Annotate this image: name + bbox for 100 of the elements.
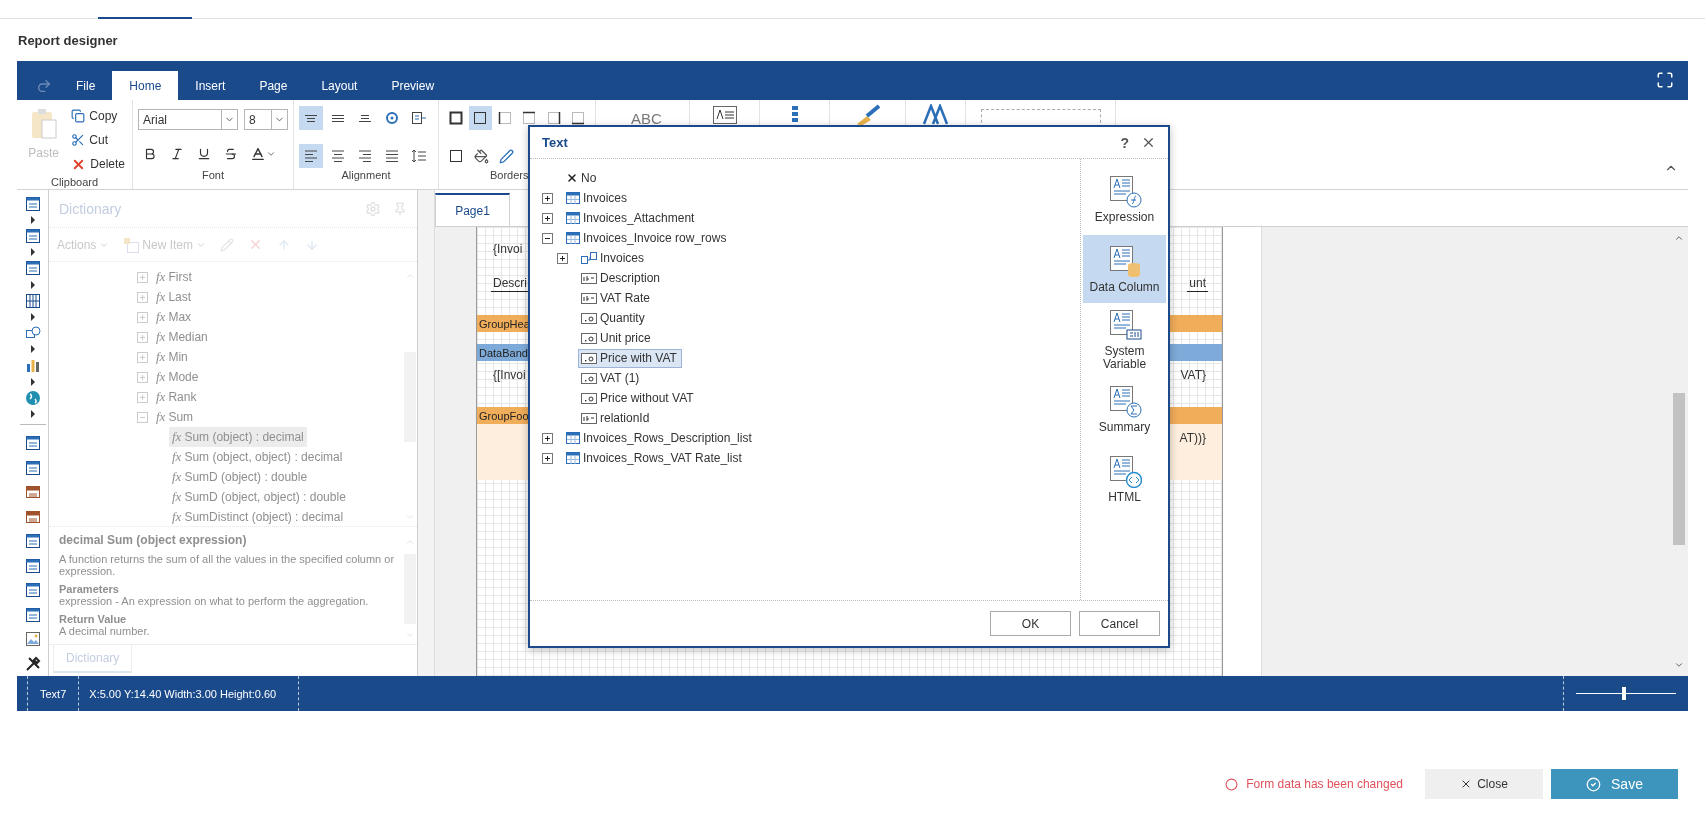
new-item-icon bbox=[123, 236, 140, 253]
collapse-icon[interactable] bbox=[542, 232, 553, 244]
tree-item[interactable]: Price with VAT bbox=[578, 348, 682, 368]
tree-item[interactable]: Invoices_Rows_Description_list bbox=[563, 428, 757, 448]
tree-item[interactable]: Price without VAT bbox=[578, 388, 699, 408]
table-window-icon bbox=[24, 228, 41, 245]
scroll-thumb[interactable] bbox=[1673, 393, 1685, 545]
expand-icon[interactable] bbox=[557, 252, 568, 264]
expand-arrow-icon bbox=[29, 312, 36, 321]
scroll-thumb[interactable] bbox=[404, 351, 416, 442]
category-button[interactable]: Data Column bbox=[1083, 235, 1166, 303]
globe-icon bbox=[24, 389, 41, 406]
align-center-icon bbox=[330, 148, 346, 164]
clipboard-icon bbox=[29, 108, 58, 140]
document-icon bbox=[24, 435, 41, 452]
tree-item[interactable]: Invoices_Attachment bbox=[563, 208, 700, 228]
pen-icon bbox=[498, 148, 514, 164]
expand-icon[interactable] bbox=[542, 452, 553, 464]
expand-arrow-icon bbox=[29, 280, 36, 289]
expand-arrow-icon bbox=[29, 409, 36, 418]
table-icon bbox=[566, 192, 580, 204]
font-size-select[interactable]: 8 bbox=[244, 109, 288, 130]
table-icon bbox=[566, 232, 580, 244]
bold-icon bbox=[143, 147, 157, 161]
align-top-button[interactable] bbox=[299, 106, 323, 130]
help-button[interactable]: ? bbox=[1120, 134, 1129, 151]
group-label: Font bbox=[202, 169, 224, 183]
category-button[interactable]: HTML bbox=[1083, 445, 1166, 513]
tree-item[interactable]: Invoices bbox=[563, 188, 633, 208]
font-color-icon bbox=[250, 146, 266, 162]
tree-item[interactable]: VAT Rate bbox=[578, 288, 656, 308]
text-column-icon bbox=[581, 412, 597, 424]
ribbon-tab[interactable]: File bbox=[59, 71, 113, 100]
scrollbar[interactable] bbox=[1670, 227, 1688, 676]
align-left-button[interactable] bbox=[299, 144, 323, 168]
database-document-icon bbox=[1107, 244, 1142, 279]
lined-page-icon bbox=[24, 459, 41, 476]
section-text: A decimal number. bbox=[59, 625, 151, 637]
copy-icon bbox=[71, 109, 86, 123]
footer-panel-icon bbox=[24, 557, 41, 574]
cross-icon bbox=[566, 172, 578, 184]
section-title: Return Value bbox=[59, 613, 128, 625]
section-title: Parameters bbox=[59, 583, 120, 595]
description-heading: decimal Sum (object expression) bbox=[59, 533, 248, 547]
border-icon bbox=[472, 110, 489, 126]
warning-circle-icon bbox=[1225, 777, 1239, 791]
ribbon-tab[interactable]: Insert bbox=[178, 71, 243, 100]
function-glyph: fx bbox=[156, 389, 166, 405]
table-icon bbox=[566, 432, 580, 444]
scroll-up-icon[interactable] bbox=[1674, 233, 1684, 243]
font-family-select[interactable]: Arial bbox=[138, 109, 238, 130]
category-button[interactable]: Expression bbox=[1083, 165, 1166, 233]
copy-button[interactable]: Copy bbox=[69, 104, 127, 128]
tree-item[interactable]: Invoices_Invoice row_rows bbox=[563, 228, 732, 248]
tree-item[interactable]: VAT (1) bbox=[578, 368, 645, 388]
border-frame-button[interactable] bbox=[468, 106, 492, 130]
toolbox-button[interactable] bbox=[24, 194, 41, 214]
function-glyph: fx bbox=[172, 489, 182, 505]
close-button[interactable]: Close bbox=[1425, 769, 1543, 799]
copy-document-icon bbox=[24, 260, 41, 277]
scroll-thumb[interactable] bbox=[404, 553, 416, 624]
ribbon-tab[interactable]: Layout bbox=[304, 71, 375, 100]
number-column-icon bbox=[581, 332, 597, 344]
ribbon-tab[interactable]: Preview bbox=[374, 71, 452, 100]
ribbon-tab[interactable]: Home bbox=[112, 71, 179, 100]
expand-icon[interactable] bbox=[542, 432, 553, 444]
function-glyph: fx bbox=[172, 429, 182, 445]
align-left-icon bbox=[303, 148, 319, 164]
strikethrough-icon bbox=[224, 147, 238, 161]
expand-icon[interactable] bbox=[542, 212, 553, 224]
slider-thumb[interactable] bbox=[1622, 687, 1626, 700]
text-block-icon bbox=[24, 606, 41, 623]
close-button[interactable] bbox=[1141, 135, 1156, 150]
delete-button[interactable]: Delete bbox=[69, 152, 127, 176]
ribbon-tab[interactable]: Page bbox=[242, 71, 305, 100]
tree-item[interactable]: Invoices bbox=[578, 248, 650, 268]
tree-item[interactable]: Invoices_Rows_VAT Rate_list bbox=[563, 448, 747, 468]
ok-button[interactable]: OK bbox=[990, 611, 1071, 636]
group-label: Borders bbox=[490, 169, 529, 183]
text-box-icon bbox=[24, 484, 41, 501]
variable-document-icon bbox=[1107, 307, 1142, 342]
border-icon bbox=[496, 110, 513, 126]
toolbox-button[interactable] bbox=[24, 226, 41, 246]
function-glyph: fx bbox=[156, 309, 166, 325]
number-column-icon bbox=[581, 312, 597, 324]
function-glyph: fx bbox=[156, 349, 166, 365]
fullscreen-button[interactable] bbox=[1656, 70, 1674, 90]
scroll-down-icon[interactable] bbox=[1674, 660, 1684, 670]
tree-item[interactable]: Description bbox=[578, 268, 666, 288]
border-icon bbox=[448, 148, 464, 164]
cancel-button[interactable]: Cancel bbox=[1079, 611, 1160, 636]
page-title: Report designer bbox=[17, 31, 119, 50]
dialog-title: Text bbox=[542, 135, 569, 150]
tree-item[interactable]: No bbox=[563, 168, 602, 188]
caret-icon bbox=[266, 149, 276, 159]
expand-icon[interactable] bbox=[542, 192, 553, 204]
page-tab[interactable]: Page1 bbox=[435, 193, 510, 226]
cut-button[interactable]: Cut bbox=[69, 128, 127, 152]
align-top-icon bbox=[303, 113, 319, 123]
text-column-icon bbox=[581, 292, 597, 304]
